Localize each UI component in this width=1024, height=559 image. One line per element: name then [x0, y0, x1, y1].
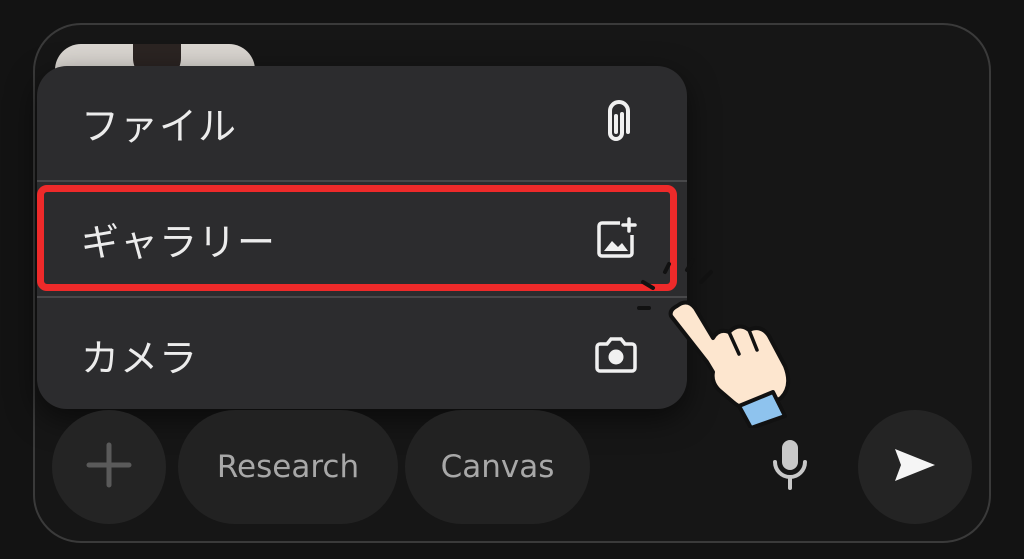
microphone-button[interactable] — [763, 440, 817, 494]
send-icon — [891, 445, 939, 489]
research-chip-label: Research — [216, 449, 360, 485]
send-button[interactable] — [858, 410, 972, 524]
plus-icon — [81, 437, 137, 497]
menu-item-camera-label: カメラ — [81, 336, 199, 381]
add-image-icon — [593, 216, 639, 262]
canvas-chip-label: Canvas — [440, 449, 555, 485]
menu-item-gallery[interactable]: ギャラリー — [37, 182, 687, 296]
menu-item-camera[interactable]: カメラ — [37, 298, 687, 409]
add-attachment-button[interactable] — [52, 410, 166, 524]
microphone-icon — [770, 438, 810, 496]
paperclip-icon — [593, 100, 639, 146]
canvas-chip-button[interactable]: Canvas — [405, 410, 590, 524]
menu-item-file-label: ファイル — [81, 104, 238, 149]
pointing-hand-icon — [635, 258, 815, 430]
menu-item-file[interactable]: ファイル — [37, 66, 687, 180]
camera-icon — [593, 332, 639, 378]
research-chip-button[interactable]: Research — [178, 410, 398, 524]
menu-item-gallery-label: ギャラリー — [81, 220, 277, 265]
attach-menu: ファイル ギャラリー カメラ — [37, 66, 687, 409]
